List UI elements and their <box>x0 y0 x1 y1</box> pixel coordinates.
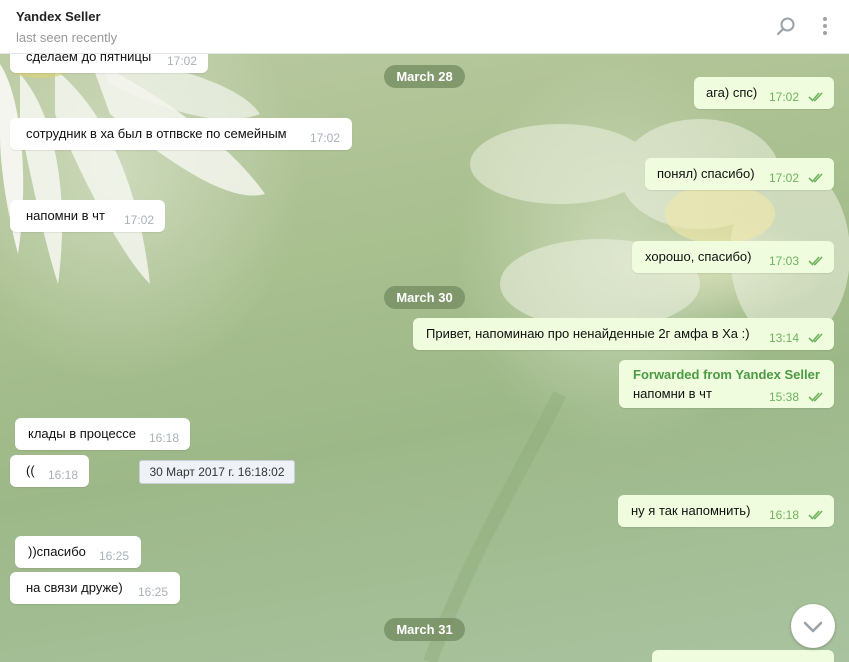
incoming-message[interactable]: сотрудник в ха был в отпвске по семейным… <box>10 118 352 150</box>
message-text: понял) спасибо) <box>657 166 755 181</box>
outgoing-message[interactable]: Привет, напоминаю про ненайденные 2г амф… <box>413 318 834 350</box>
message-text: сделаем до пятницы <box>26 54 152 64</box>
message-text: клады в процессе <box>28 426 136 441</box>
message-list[interactable]: сделаем до пятницы 17:02 March 28 ага) с… <box>0 54 849 662</box>
chat-status: last seen recently <box>16 30 118 45</box>
message-time: 15:38 <box>769 390 800 404</box>
chat-title[interactable]: Yandex Seller <box>16 9 101 24</box>
message-text: сотрудник в ха был в отпвске по семейным <box>26 126 287 141</box>
double-check-icon <box>808 510 823 520</box>
message-time: 17:02 <box>124 213 155 227</box>
message-time: 16:18 <box>769 508 800 522</box>
message-text: напомни в чт <box>26 208 105 223</box>
timestamp-tooltip: 30 Март 2017 г. 16:18:02 <box>139 460 295 484</box>
message-time: 16:18 <box>48 468 79 482</box>
outgoing-message[interactable] <box>652 650 834 662</box>
forwarded-from-label[interactable]: Forwarded from Yandex Seller <box>633 367 820 382</box>
message-time: 17:02 <box>769 90 800 104</box>
forwarded-message[interactable]: Forwarded from Yandex Seller напомни в ч… <box>619 360 834 408</box>
more-vertical-icon[interactable] <box>812 14 838 40</box>
outgoing-message[interactable]: ну я так напомнить) 16:18 <box>618 495 834 527</box>
message-time: 13:14 <box>769 331 800 345</box>
message-text: напомни в чт <box>633 386 712 401</box>
message-text: хорошо, спасибо) <box>645 249 752 264</box>
double-check-icon <box>808 333 823 343</box>
message-time: 16:25 <box>138 585 169 599</box>
message-text: (( <box>26 463 35 478</box>
outgoing-message[interactable]: ага) спс) 17:02 <box>694 77 834 109</box>
message-text: на связи друже) <box>26 580 123 595</box>
chevron-down-icon <box>803 621 823 633</box>
message-time: 17:03 <box>769 254 800 268</box>
scroll-to-bottom-button[interactable] <box>791 604 835 648</box>
double-check-icon <box>808 173 823 183</box>
incoming-message[interactable]: сделаем до пятницы 17:02 <box>10 54 208 73</box>
chat-header: Yandex Seller last seen recently <box>0 0 849 54</box>
message-time: 16:25 <box>99 549 130 563</box>
incoming-message[interactable]: ))спасибо 16:25 <box>15 536 141 568</box>
outgoing-message[interactable]: понял) спасибо) 17:02 <box>645 158 834 190</box>
message-text: ну я так напомнить) <box>631 503 751 518</box>
incoming-message[interactable]: (( 16:18 <box>10 455 89 487</box>
incoming-message[interactable]: на связи друже) 16:25 <box>10 572 180 604</box>
incoming-message[interactable]: клады в процессе 16:18 <box>15 418 190 450</box>
date-separator: March 28 <box>384 65 465 88</box>
message-text: Привет, напоминаю про ненайденные 2г амф… <box>426 326 750 341</box>
message-time: 17:02 <box>769 171 800 185</box>
message-time: 17:02 <box>167 54 198 68</box>
date-separator: March 31 <box>384 618 465 641</box>
search-icon[interactable] <box>773 14 799 40</box>
message-text: ))спасибо <box>28 544 86 559</box>
double-check-icon <box>808 92 823 102</box>
incoming-message[interactable]: напомни в чт 17:02 <box>10 200 165 232</box>
double-check-icon <box>808 392 823 402</box>
double-check-icon <box>808 256 823 266</box>
message-time: 17:02 <box>310 131 341 145</box>
date-separator: March 30 <box>384 286 465 309</box>
message-text: ага) спс) <box>706 85 758 100</box>
message-time: 16:18 <box>149 431 180 445</box>
outgoing-message[interactable]: хорошо, спасибо) 17:03 <box>632 241 834 273</box>
